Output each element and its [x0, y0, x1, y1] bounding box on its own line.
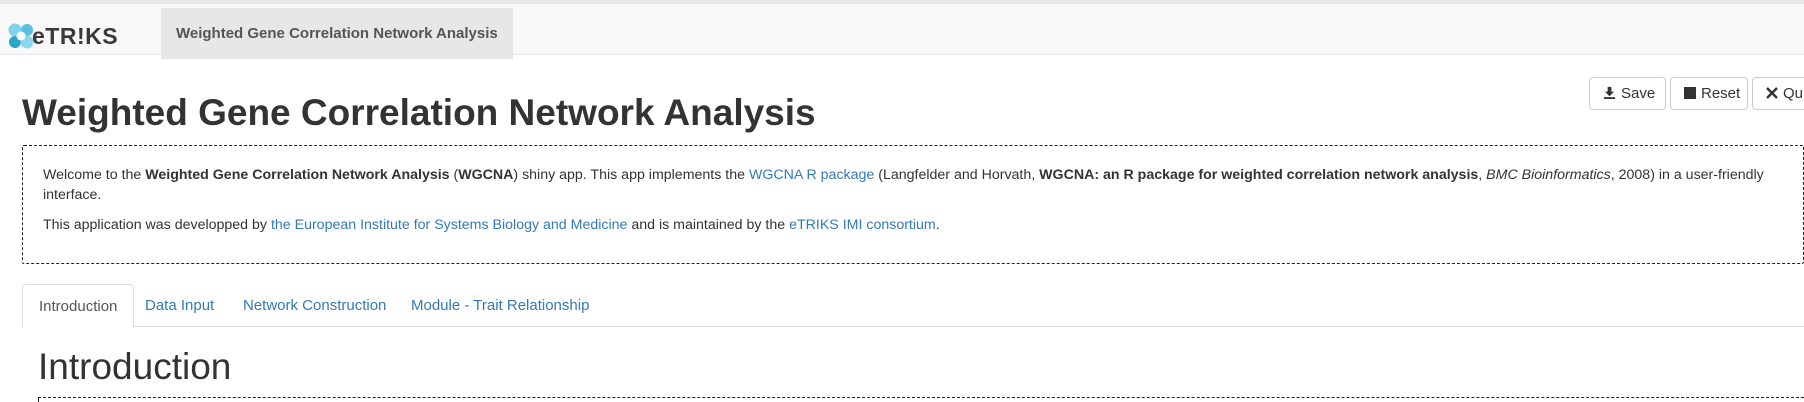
tab-bar: Introduction Data Input Network Construc…	[22, 284, 1804, 328]
intro-text: Welcome to the	[43, 167, 146, 183]
close-icon	[1766, 86, 1778, 101]
intro-text: ,	[1478, 167, 1487, 183]
section-title: Introduction	[38, 346, 232, 387]
stop-icon	[1684, 86, 1696, 101]
intro-text: (	[449, 167, 459, 183]
intro-text: .	[935, 217, 940, 233]
save-label: Save	[1621, 85, 1656, 102]
reset-label: Reset	[1701, 85, 1741, 102]
tab-introduction[interactable]: Introduction	[22, 284, 135, 328]
wgcna-package-link[interactable]: WGCNA R package	[749, 167, 874, 183]
section-box	[38, 397, 1804, 402]
intro-paragraph-1: Welcome to the Weighted Gene Correlation…	[43, 165, 1783, 205]
reset-button[interactable]: Reset	[1670, 77, 1748, 110]
tab-data-input[interactable]: Data Input	[129, 284, 230, 327]
etriks-consortium-link[interactable]: eTRIKS IMI consortium	[789, 217, 936, 233]
save-button[interactable]: Save	[1589, 77, 1666, 110]
intro-paragraph-2: This application was developped by the E…	[43, 215, 1783, 235]
page-title: Weighted Gene Correlation Network Analys…	[22, 92, 816, 133]
tab-network-construction[interactable]: Network Construction	[227, 284, 402, 327]
intro-text: This application was developped by	[43, 217, 271, 233]
intro-italic-text: BMC Bioinformatics	[1486, 167, 1611, 183]
brand-text: eTR!KS	[32, 22, 119, 49]
action-toolbar: Save Reset Quit	[1589, 77, 1804, 110]
intro-text: and is maintained by the	[627, 217, 790, 233]
intro-text: (Langfelder and Horvath,	[874, 167, 1040, 183]
download-icon	[1603, 86, 1616, 101]
intro-text: ) shiny app. This app implements the	[513, 167, 749, 183]
intro-bold-text: WGCNA	[458, 167, 514, 183]
nav-tab-wgcna[interactable]: Weighted Gene Correlation Network Analys…	[161, 8, 513, 59]
brand-logo[interactable]: eTR!KS	[6, 19, 118, 53]
eisbm-link[interactable]: the European Institute for Systems Biolo…	[271, 217, 627, 233]
quit-button[interactable]: Quit	[1752, 77, 1804, 110]
intro-bold-text: WGCNA: an R package for weighted correla…	[1039, 167, 1479, 183]
navbar: eTR!KS Weighted Gene Correlation Network…	[0, 4, 1804, 59]
quit-label: Quit	[1783, 85, 1804, 102]
intro-box: Welcome to the Weighted Gene Correlation…	[22, 145, 1804, 264]
intro-bold-text: Weighted Gene Correlation Network Analys…	[145, 167, 450, 183]
tab-module-trait-relationship[interactable]: Module - Trait Relationship	[395, 284, 605, 327]
